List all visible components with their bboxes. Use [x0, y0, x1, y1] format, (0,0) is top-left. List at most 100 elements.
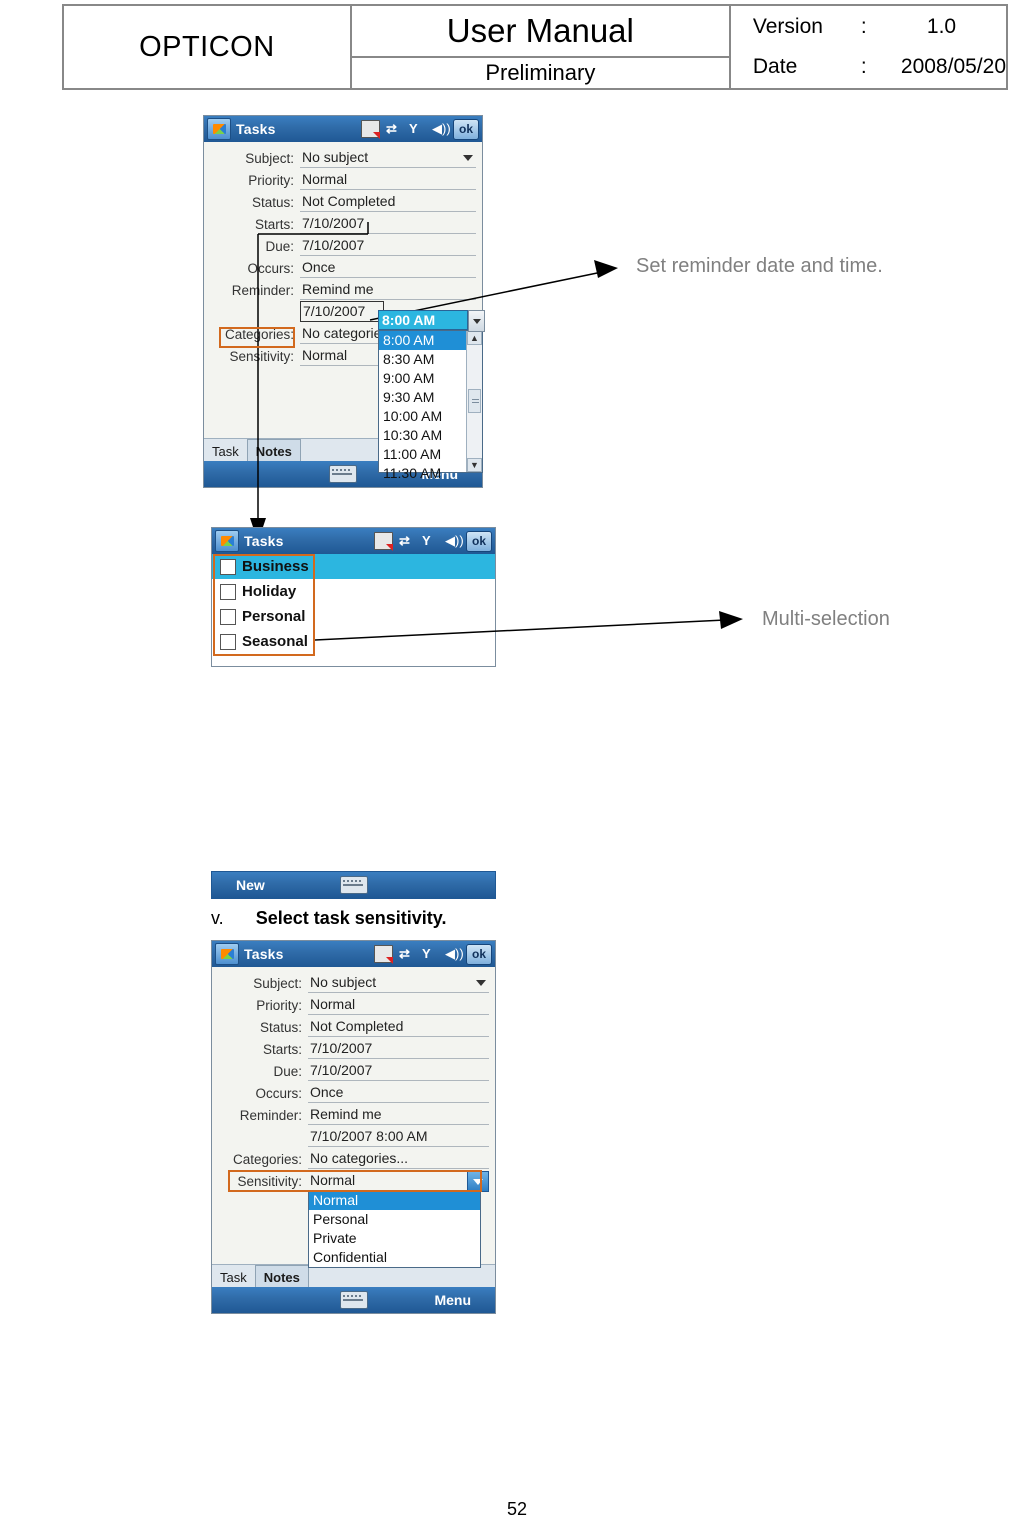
- field-status[interactable]: Status: Not Completed: [218, 1015, 489, 1037]
- dropdown-item[interactable]: Confidential: [309, 1248, 480, 1267]
- tasks-screen-sensitivity: Tasks ⇄ Υ ◀)) ok Subject: No subject Pri…: [211, 940, 496, 1314]
- date-colon: :: [860, 55, 867, 78]
- version-value: 1.0: [926, 15, 957, 38]
- field-value[interactable]: Normal: [300, 170, 476, 190]
- field-value[interactable]: No subject: [300, 148, 476, 168]
- dropdown-scrollbar[interactable]: ▲ ▼: [466, 331, 482, 472]
- field-label: Priority:: [248, 173, 294, 188]
- field-value[interactable]: Not Completed: [300, 192, 476, 212]
- tab-task[interactable]: Task: [204, 439, 247, 461]
- field-value[interactable]: 7/10/2007: [308, 1061, 489, 1081]
- date-value: 2008/05/20: [900, 55, 1006, 78]
- header-title-block: User Manual Preliminary: [351, 6, 731, 88]
- document-title: User Manual: [351, 6, 729, 58]
- titlebar: Tasks ⇄ Υ ◀)) ok: [212, 528, 495, 554]
- field-label: Occurs:: [255, 1086, 302, 1101]
- ok-button[interactable]: ok: [466, 943, 492, 965]
- dropdown-item[interactable]: Normal: [309, 1191, 480, 1210]
- titlebar: Tasks ⇄ Υ ◀)) ok: [212, 941, 495, 967]
- new-softkey-bar: New: [211, 871, 496, 899]
- field-status[interactable]: Status: Not Completed: [210, 190, 476, 212]
- field-value[interactable]: Normal: [308, 995, 489, 1015]
- start-button[interactable]: [207, 118, 231, 140]
- annotation-multiselection: Multi-selection: [762, 608, 890, 630]
- ok-button[interactable]: ok: [453, 118, 479, 140]
- speaker-icon[interactable]: ◀)): [445, 533, 464, 549]
- time-dropdown-button[interactable]: [468, 310, 485, 332]
- version-row: Version : 1.0: [753, 7, 1006, 47]
- highlight-multiselection: [213, 554, 315, 656]
- field-subject[interactable]: Subject: No subject: [218, 971, 489, 993]
- keyboard-off-icon[interactable]: [374, 945, 393, 963]
- field-reminder[interactable]: Reminder: Remind me: [218, 1103, 489, 1125]
- field-value[interactable]: Once: [308, 1083, 489, 1103]
- connectivity-icon[interactable]: ⇄: [399, 533, 416, 549]
- field-label: Status:: [251, 195, 294, 210]
- speaker-icon[interactable]: ◀)): [432, 121, 451, 137]
- field-subject[interactable]: Subject: No subject: [210, 146, 476, 168]
- titlebar-title: Tasks: [244, 946, 284, 962]
- field-reminder-datetime[interactable]: 7/10/2007 8:00 AM: [218, 1125, 489, 1147]
- reminder-datetime-value[interactable]: 7/10/2007 8:00 AM: [308, 1127, 489, 1147]
- field-occurs[interactable]: Occurs: Once: [218, 1081, 489, 1103]
- scroll-up-arrow[interactable]: ▲: [467, 331, 482, 345]
- scroll-thumb[interactable]: [468, 389, 481, 413]
- field-label: Categories:: [232, 1152, 302, 1167]
- header-meta: Version : 1.0 Date : 2008/05/20: [731, 6, 1006, 88]
- document-header: OPTICON User Manual Preliminary Version …: [62, 4, 1008, 90]
- chevron-down-icon: [472, 318, 481, 324]
- field-due[interactable]: Due: 7/10/2007: [218, 1059, 489, 1081]
- new-softkey[interactable]: New: [236, 877, 265, 893]
- connectivity-icon[interactable]: ⇄: [399, 946, 416, 962]
- connectivity-icon[interactable]: ⇄: [386, 121, 403, 137]
- titlebar: Tasks ⇄ Υ ◀)) ok: [204, 116, 482, 142]
- start-button[interactable]: [215, 530, 239, 552]
- tab-task[interactable]: Task: [212, 1265, 255, 1287]
- titlebar-icons: ⇄ Υ ◀)): [374, 532, 464, 550]
- field-value[interactable]: Remind me: [308, 1105, 489, 1125]
- step-number: v.: [211, 908, 224, 928]
- windows-flag-icon: [220, 949, 234, 959]
- keyboard-off-icon[interactable]: [374, 532, 393, 550]
- version-colon: :: [860, 15, 867, 38]
- ok-button[interactable]: ok: [466, 530, 492, 552]
- dropdown-item[interactable]: Personal: [309, 1210, 480, 1229]
- windows-flag-icon: [212, 124, 226, 134]
- dropdown-item[interactable]: Private: [309, 1229, 480, 1248]
- field-value[interactable]: No subject: [308, 973, 489, 993]
- arrow-multiselection: [314, 611, 743, 641]
- version-label: Version: [752, 15, 823, 38]
- field-label: Subject:: [245, 151, 294, 166]
- windows-flag-icon: [220, 536, 234, 546]
- sensitivity-dropdown-list[interactable]: Normal Personal Private Confidential: [308, 1190, 481, 1268]
- field-value[interactable]: 7/10/2007: [308, 1039, 489, 1059]
- field-label: Starts:: [262, 1042, 302, 1057]
- signal-off-icon[interactable]: Υ: [422, 946, 439, 962]
- tab-notes[interactable]: Notes: [254, 1265, 309, 1287]
- titlebar-title: Tasks: [236, 121, 276, 137]
- signal-off-icon[interactable]: Υ: [409, 121, 426, 137]
- keyboard-icon[interactable]: [339, 876, 368, 894]
- field-priority[interactable]: Priority: Normal: [218, 993, 489, 1015]
- start-button[interactable]: [215, 943, 239, 965]
- scroll-down-arrow[interactable]: ▼: [467, 458, 482, 472]
- field-value[interactable]: No categories...: [308, 1149, 489, 1169]
- titlebar-icons: ⇄ Υ ◀)): [361, 120, 451, 138]
- brand-logo: OPTICON: [64, 6, 352, 88]
- chevron-down-icon[interactable]: [463, 155, 473, 161]
- field-priority[interactable]: Priority: Normal: [210, 168, 476, 190]
- field-value[interactable]: Not Completed: [308, 1017, 489, 1037]
- reminder-time-input[interactable]: 8:00 AM: [378, 310, 468, 330]
- menu-softkey[interactable]: Menu: [434, 1292, 471, 1308]
- speaker-icon[interactable]: ◀)): [445, 946, 464, 962]
- field-label: Subject:: [253, 976, 302, 991]
- titlebar-icons: ⇄ Υ ◀)): [374, 945, 464, 963]
- field-starts[interactable]: Starts: 7/10/2007: [218, 1037, 489, 1059]
- keyboard-icon[interactable]: [339, 1291, 368, 1309]
- keyboard-off-icon[interactable]: [361, 120, 380, 138]
- time-dropdown-list[interactable]: 8:00 AM 8:30 AM 9:00 AM 9:30 AM 10:00 AM…: [378, 330, 483, 481]
- task-form: Subject: No subject Priority: Normal Sta…: [212, 967, 495, 1191]
- field-categories[interactable]: Categories: No categories...: [218, 1147, 489, 1169]
- signal-off-icon[interactable]: Υ: [422, 533, 439, 549]
- chevron-down-icon[interactable]: [476, 980, 486, 986]
